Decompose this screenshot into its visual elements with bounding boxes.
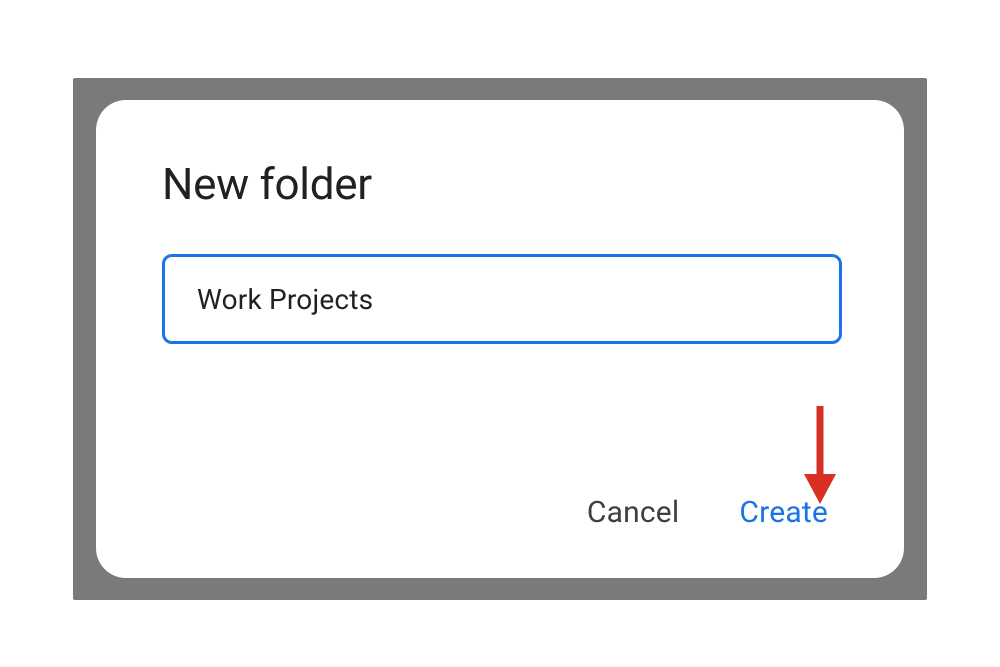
new-folder-dialog: New folder Cancel Create <box>96 100 904 578</box>
dialog-buttons: Cancel Create <box>587 495 828 530</box>
create-button[interactable]: Create <box>739 495 828 530</box>
folder-name-input[interactable] <box>162 254 842 344</box>
dialog-title: New folder <box>162 158 838 210</box>
arrow-annotation-icon <box>798 400 842 510</box>
cancel-button[interactable]: Cancel <box>587 495 680 530</box>
modal-overlay: New folder Cancel Create <box>73 78 927 600</box>
